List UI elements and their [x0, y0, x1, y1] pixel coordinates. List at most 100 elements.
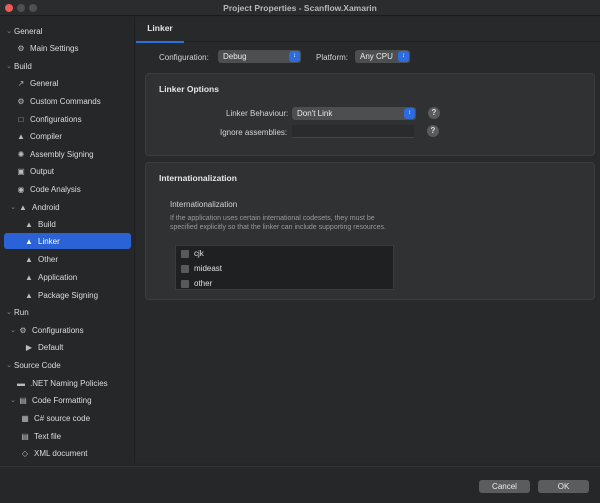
cancel-button[interactable]: Cancel — [479, 480, 530, 493]
chevron-down-icon[interactable]: ⌄ — [4, 361, 14, 369]
chevron-down-icon[interactable]: ⌄ — [4, 62, 14, 70]
codeset-item-other[interactable]: other — [176, 276, 393, 291]
tab-linker[interactable]: Linker — [136, 17, 184, 43]
sidebar-item-custom-commands[interactable]: ⚙ Custom Commands — [4, 93, 131, 109]
gear-icon: ⚙ — [19, 325, 27, 335]
android-icon: ▲ — [25, 236, 33, 246]
sidebar-item-package-signing[interactable]: ▲ Package Signing — [4, 287, 131, 303]
android-icon: ▲ — [25, 272, 33, 282]
sidebar-item-other[interactable]: ▲ Other — [4, 251, 131, 267]
chevron-down-icon[interactable]: ⌄ — [4, 27, 14, 35]
android-icon: ▲ — [25, 290, 33, 300]
chevron-down-icon[interactable]: ⌄ — [8, 326, 18, 334]
sidebar-item-linker[interactable]: ▲ Linker — [4, 233, 131, 249]
window-icon: □ — [18, 114, 24, 124]
sidebar-item-label: Configurations — [32, 325, 84, 335]
checkbox[interactable] — [181, 279, 189, 288]
gear-icon: ⚙ — [17, 96, 25, 106]
updown-arrows-icon: ↕ — [398, 51, 409, 62]
sidebar-item-configurations[interactable]: □ Configurations — [4, 111, 131, 127]
play-icon: ▶ — [25, 342, 33, 352]
sidebar-item-label: XML document — [34, 448, 88, 458]
sidebar-group-build[interactable]: ⌄ Build — [4, 58, 131, 74]
active-tab-indicator — [136, 41, 184, 43]
android-icon: ▲ — [25, 219, 33, 229]
sidebar-item-code-analysis[interactable]: ◉ Code Analysis — [4, 181, 131, 197]
sidebar-item-label: General — [14, 26, 43, 36]
configuration-value: Debug — [223, 52, 247, 61]
sidebar-item-label: Configurations — [30, 114, 82, 124]
sidebar-item-label: Other — [38, 254, 59, 264]
sidebar-item-application[interactable]: ▲ Application — [4, 269, 131, 285]
ok-button[interactable]: OK — [538, 480, 589, 493]
sidebar-item-build-general[interactable]: ↗ General — [4, 75, 131, 91]
codeset-item-cjk[interactable]: cjk — [176, 246, 393, 261]
android-icon: ▲ — [25, 254, 33, 264]
help-icon[interactable]: ? — [428, 107, 440, 119]
compiler-icon: ▲ — [17, 131, 25, 141]
seal-icon: ✺ — [17, 149, 25, 159]
xml-file-icon: ◇ — [21, 448, 29, 458]
target-icon: ◉ — [17, 184, 25, 194]
updown-arrows-icon: ↕ — [289, 51, 300, 62]
help-icon[interactable]: ? — [427, 125, 439, 137]
sidebar-item-label: Text file — [34, 431, 62, 441]
sidebar-group-general[interactable]: ⌄ General — [4, 23, 131, 39]
chevron-down-icon[interactable]: ⌄ — [8, 396, 18, 404]
ignore-assemblies-input[interactable] — [292, 125, 414, 138]
sidebar-item-label: Linker — [38, 236, 60, 246]
codeset-item-mideast[interactable]: mideast — [176, 261, 393, 276]
chevron-down-icon[interactable]: ⌄ — [8, 203, 18, 211]
sidebar-item-main-settings[interactable]: ⚙ Main Settings — [4, 40, 131, 56]
internationalization-subtitle: Internationalization — [170, 200, 238, 209]
format-icon: ▤ — [19, 395, 27, 405]
linker-behaviour-value: Don't Link — [297, 109, 333, 118]
title-bar: Project Properties - Scanflow.Xamarin — [0, 0, 600, 16]
sidebar-item-label: Output — [30, 166, 55, 176]
platform-select[interactable]: Any CPU ↕ — [355, 50, 410, 63]
sidebar-item-text-file[interactable]: ▤ Text file — [4, 428, 131, 444]
chevron-down-icon[interactable]: ⌄ — [4, 308, 14, 316]
sidebar-item-label: Assembly Signing — [30, 149, 94, 159]
sidebar-item-label: Android — [32, 202, 60, 212]
sidebar-item-label: Application — [38, 272, 78, 282]
checkbox[interactable] — [181, 264, 189, 273]
linker-options-panel: Linker Options Linker Behaviour: Don't L… — [145, 73, 595, 156]
configuration-label: Configuration: — [159, 53, 209, 62]
checkbox-label: mideast — [194, 264, 223, 273]
sidebar-item-naming-policies[interactable]: ▬ .NET Naming Policies — [4, 375, 131, 391]
sidebar-item-compiler[interactable]: ▲ Compiler — [4, 128, 131, 144]
ignore-assemblies-label: Ignore assemblies: — [220, 128, 288, 137]
sidebar-item-assembly-signing[interactable]: ✺ Assembly Signing — [4, 146, 131, 162]
main-content: Linker Configuration: Debug ↕ Platform: … — [136, 17, 600, 463]
sidebar-group-run[interactable]: ⌄ Run — [4, 304, 131, 320]
sidebar-group-android[interactable]: ⌄ ▲ Android — [4, 199, 131, 215]
tab-bar: Linker — [136, 17, 600, 43]
sidebar-item-csharp-source[interactable]: ▦ C# source code — [4, 410, 131, 426]
sidebar-group-run-configurations[interactable]: ⌄ ⚙ Configurations — [4, 322, 131, 338]
configuration-select[interactable]: Debug ↕ — [218, 50, 301, 63]
platform-value: Any CPU — [360, 52, 393, 61]
platform-label: Platform: — [316, 53, 349, 62]
sidebar-item-label: Default — [38, 342, 64, 352]
sidebar-item-output[interactable]: ▣ Output — [4, 163, 131, 179]
csharp-file-icon: ▦ — [21, 413, 29, 423]
sidebar-tree: ⌄ General ⚙ Main Settings ⌄ Build ↗ Gene… — [0, 17, 135, 463]
output-icon: ▣ — [17, 166, 25, 176]
sidebar-item-xml-document[interactable]: ◇ XML document — [4, 445, 131, 461]
sidebar-item-label: Package Signing — [38, 290, 99, 300]
sidebar-group-source-code[interactable]: ⌄ Source Code — [4, 357, 131, 373]
sidebar-item-default[interactable]: ▶ Default — [4, 339, 131, 355]
sidebar-item-label: .NET Naming Policies — [30, 378, 108, 388]
tab-label: Linker — [147, 23, 173, 33]
sidebar-item-label: Source Code — [14, 360, 61, 370]
text-file-icon: ▤ — [21, 431, 29, 441]
hammer-icon: ↗ — [17, 78, 25, 88]
sidebar-item-android-build[interactable]: ▲ Build — [4, 216, 131, 232]
sidebar-item-label: Main Settings — [30, 43, 79, 53]
linker-behaviour-select[interactable]: Don't Link ↕ — [292, 107, 416, 120]
checkbox[interactable] — [181, 249, 189, 258]
android-icon: ▲ — [19, 202, 27, 212]
sidebar-group-code-formatting[interactable]: ⌄ ▤ Code Formatting — [4, 392, 131, 408]
sidebar-item-label: Build — [14, 61, 32, 71]
